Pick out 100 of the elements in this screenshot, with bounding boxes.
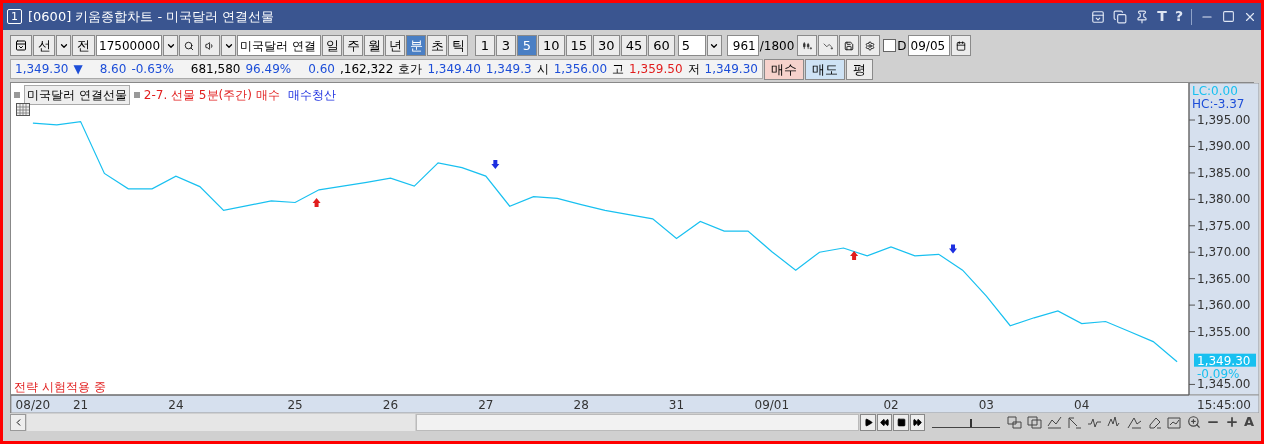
interval-tab[interactable]: 45 xyxy=(620,35,648,56)
search-icon[interactable] xyxy=(1186,415,1201,429)
interval-select[interactable]: 5 xyxy=(677,35,706,56)
quote-value: 1,359.50 xyxy=(629,61,683,78)
quote-value: 1,349.30 xyxy=(15,61,69,78)
dropdown-button[interactable] xyxy=(221,35,236,56)
slider-thumb[interactable] xyxy=(969,419,972,427)
quote-value: 고 xyxy=(612,61,625,78)
slope-icon[interactable] xyxy=(1126,415,1142,429)
window-title: [0600] 키움종합차트 - 미국달러 연결선물 xyxy=(28,7,275,26)
chart-line-icon[interactable] xyxy=(1106,415,1122,429)
x-tick-label: 26 xyxy=(382,398,399,412)
interval-tab[interactable]: 30 xyxy=(593,35,620,56)
window-number-badge: 1 xyxy=(7,9,22,24)
period-tab[interactable]: 초 xyxy=(427,35,447,56)
x-tick-label: 27 xyxy=(478,398,494,412)
font-button[interactable]: A xyxy=(1243,412,1254,432)
d-checkbox[interactable] xyxy=(883,39,897,52)
interval-tab[interactable]: 15 xyxy=(565,35,593,56)
order-button[interactable]: 매도 xyxy=(804,58,845,80)
order-button[interactable]: 매수 xyxy=(763,58,804,80)
eraser-icon[interactable] xyxy=(1146,415,1162,429)
zoom-in-icon[interactable] xyxy=(1224,415,1239,429)
quote-value: 저 xyxy=(687,61,700,78)
period-tab[interactable]: 년 xyxy=(385,35,405,56)
save-icon xyxy=(844,39,855,52)
x-tick-label: 21 xyxy=(72,398,89,412)
y-tick-label: 1,380.00 xyxy=(1188,192,1251,207)
search-icon xyxy=(184,39,194,52)
interval-tab[interactable]: 60 xyxy=(648,35,675,56)
interval-tab[interactable]: 10 xyxy=(538,35,565,56)
window-copy-icon[interactable] xyxy=(1026,415,1042,429)
scrollbar-thumb[interactable] xyxy=(415,413,860,431)
overlay-icon[interactable] xyxy=(1006,415,1022,429)
order-button[interactable]: 평 xyxy=(845,58,873,80)
grid-menu-icon[interactable] xyxy=(16,103,30,116)
candle-add-button[interactable] xyxy=(797,35,818,56)
period-tab[interactable]: 틱 xyxy=(448,35,468,56)
code-field[interactable]: 17500000 xyxy=(96,35,162,56)
quote-value: 96.49% xyxy=(245,61,292,78)
trend-line-icon[interactable] xyxy=(1066,415,1082,429)
period-tab[interactable]: 월 xyxy=(364,35,384,56)
stop-button[interactable] xyxy=(893,413,909,431)
search-button[interactable] xyxy=(179,35,199,56)
x-tick-label: 09/01 xyxy=(754,398,790,412)
instrument-label: 미국달러 연결선물 xyxy=(24,85,130,105)
pin-icon[interactable] xyxy=(1135,9,1150,24)
x-tick-label: 31 xyxy=(668,398,685,412)
y-tick-label: 1,395.00 xyxy=(1197,113,1251,128)
interval-tab[interactable]: 5 xyxy=(517,35,537,56)
rewind-button[interactable] xyxy=(876,413,893,431)
y-tick-label: 1,355.00 xyxy=(1188,324,1251,339)
d-label: D xyxy=(897,37,907,55)
period-tab[interactable]: 주 xyxy=(343,35,363,56)
lc-value: LC:0.00 xyxy=(1192,84,1238,98)
name-field[interactable]: 미국달러 연결 xyxy=(237,35,321,56)
play-icon xyxy=(863,417,873,427)
quote-value: 1,349.3 xyxy=(485,61,532,78)
copy-window-icon[interactable] xyxy=(1113,9,1128,24)
calendar-button[interactable] xyxy=(950,35,971,56)
quote-value: ,162,322 xyxy=(339,61,394,78)
fast-forward-button[interactable] xyxy=(909,413,926,431)
y-tick-label: 1,395.00 xyxy=(1188,113,1251,127)
chart-window-icon[interactable] xyxy=(1166,415,1182,429)
strategy-label: 2-7. 선물 5분(주간) 매수 xyxy=(143,87,280,104)
period-tab[interactable]: 일 xyxy=(322,35,342,56)
maximize-icon[interactable] xyxy=(1222,10,1235,23)
dropdown-button[interactable] xyxy=(706,35,722,56)
quote-value: ▼ xyxy=(73,61,83,78)
prev-button[interactable]: 전 xyxy=(72,35,95,56)
save-button[interactable] xyxy=(839,35,860,56)
rewind-icon xyxy=(880,417,890,427)
time-label: 15:45:00 xyxy=(1197,398,1251,412)
title-tool-button[interactable]: ? xyxy=(1174,6,1183,27)
exit-label: 매수청산 xyxy=(287,87,336,104)
x-tick-label: 25 xyxy=(287,398,303,412)
calendar-icon xyxy=(955,39,966,52)
settings-button[interactable] xyxy=(860,35,881,56)
candle-plus-icon xyxy=(802,39,813,52)
sound-button[interactable] xyxy=(200,35,220,56)
layout-button[interactable] xyxy=(10,35,32,56)
quote-value: 시 xyxy=(536,61,549,78)
y-tick-label: 1,385.00 xyxy=(1188,165,1251,180)
period-tab[interactable]: 분 xyxy=(406,35,426,56)
fast-forward-icon xyxy=(913,417,923,427)
interval-tab[interactable]: 1 xyxy=(475,35,495,56)
market-select[interactable]: 선 xyxy=(33,35,55,56)
date-field[interactable]: 09/05 xyxy=(907,35,950,56)
interval-tab[interactable]: 3 xyxy=(496,35,516,56)
play-button[interactable] xyxy=(860,413,876,431)
quote-value: 1,356.00 xyxy=(553,61,608,78)
quote-value: 1,349.40 xyxy=(427,61,481,78)
layout-icon[interactable] xyxy=(1091,9,1106,24)
title-tool-button[interactable]: T xyxy=(1157,6,1167,27)
dropdown-button[interactable] xyxy=(56,35,71,56)
dropdown-button[interactable] xyxy=(163,35,178,56)
x-tick-label: 24 xyxy=(168,398,184,412)
stop-icon xyxy=(896,417,906,427)
count-field[interactable]: 961 xyxy=(726,35,759,56)
zoom-slider[interactable] xyxy=(932,416,1000,428)
